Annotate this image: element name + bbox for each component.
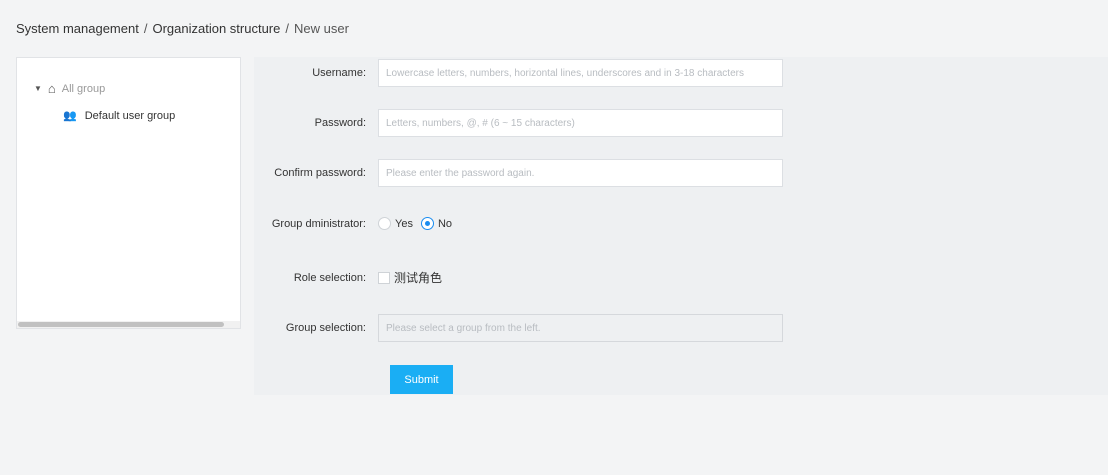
home-icon: ⌂ bbox=[47, 81, 56, 96]
confirm-password-input[interactable] bbox=[378, 159, 783, 187]
confirm-password-label: Confirm password: bbox=[274, 167, 366, 179]
group-selection-row: Group selection: bbox=[254, 314, 783, 342]
role-selection-label: Role selection: bbox=[293, 271, 366, 284]
role-checkbox-label[interactable]: 测试角色 bbox=[394, 269, 442, 286]
breadcrumb-separator: / bbox=[285, 21, 289, 36]
group-admin-label: Group dministrator: bbox=[271, 217, 366, 230]
radio-no-label[interactable]: No bbox=[438, 218, 452, 230]
group-selection-label: Group selection: bbox=[285, 322, 366, 334]
username-label: Username: bbox=[312, 67, 366, 79]
breadcrumb: System management / Organization structu… bbox=[16, 21, 349, 36]
breadcrumb-item-organization-structure[interactable]: Organization structure bbox=[152, 21, 280, 36]
breadcrumb-item-system-management[interactable]: System management bbox=[16, 21, 139, 36]
radio-no[interactable] bbox=[420, 217, 434, 230]
tree-node-label: Default user group bbox=[84, 109, 176, 122]
username-row: Username: bbox=[254, 59, 783, 87]
new-user-form: Username: Password: Confirm password: Gr… bbox=[254, 57, 1108, 395]
breadcrumb-item-new-user: New user bbox=[294, 21, 349, 36]
users-icon: 👥 bbox=[63, 110, 77, 122]
role-selection-row: Role selection: 测试角色 bbox=[254, 269, 442, 286]
group-admin-row: Group dministrator: Yes No bbox=[254, 217, 456, 230]
caret-down-icon[interactable]: ▼ bbox=[34, 84, 42, 93]
group-tree-panel: ▼ ⌂ All group 👥 Default user group bbox=[16, 57, 241, 329]
password-label: Password: bbox=[314, 117, 366, 129]
group-selection-input bbox=[378, 314, 783, 342]
confirm-password-row: Confirm password: bbox=[254, 159, 783, 187]
password-input[interactable] bbox=[378, 109, 783, 137]
password-row: Password: bbox=[254, 109, 783, 137]
username-input[interactable] bbox=[378, 59, 783, 87]
tree-node-all-group[interactable]: ▼ ⌂ All group bbox=[34, 81, 105, 96]
horizontal-scrollbar[interactable] bbox=[17, 321, 240, 328]
scrollbar-thumb[interactable] bbox=[18, 322, 224, 327]
radio-yes[interactable] bbox=[378, 217, 391, 230]
tree-node-label: All group bbox=[61, 82, 106, 95]
radio-yes-label[interactable]: Yes bbox=[395, 218, 413, 230]
tree-node-default-user-group[interactable]: 👥 Default user group bbox=[63, 109, 176, 123]
role-checkbox[interactable] bbox=[378, 271, 390, 284]
submit-button[interactable]: Submit bbox=[390, 365, 453, 394]
group-admin-radio-group: Yes No bbox=[378, 217, 456, 230]
breadcrumb-separator: / bbox=[143, 21, 148, 36]
